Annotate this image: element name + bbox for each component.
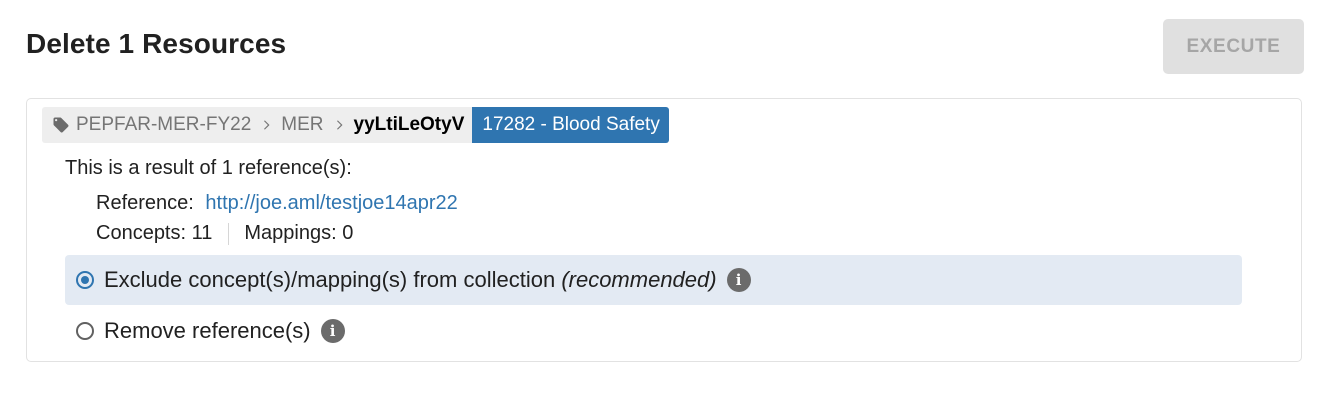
delete-resources-dialog: Delete 1 Resources EXECUTE PEPFAR-MER-FY…: [0, 0, 1337, 402]
page-title: Delete 1 Resources: [26, 28, 287, 59]
mappings-count: Mappings: 0: [244, 222, 353, 245]
breadcrumb-path: PEPFAR-MER-FY22 MER yyLtiLeOtyV: [42, 107, 473, 143]
execute-button[interactable]: EXECUTE: [1163, 19, 1304, 74]
breadcrumb-code[interactable]: yyLtiLeOtyV: [354, 114, 465, 136]
concepts-count: Concepts: 11: [96, 222, 212, 245]
breadcrumb-owner[interactable]: MER: [281, 114, 323, 136]
recommended-note: (recommended): [561, 267, 717, 292]
breadcrumb-source[interactable]: PEPFAR-MER-FY22: [76, 114, 251, 136]
mappings-value: 0: [342, 222, 354, 244]
result-summary: This is a result of 1 reference(s):: [65, 157, 352, 179]
chevron-right-icon: [251, 118, 281, 132]
resource-card: PEPFAR-MER-FY22 MER yyLtiLeOtyV 17282 - …: [26, 98, 1302, 362]
reference-link[interactable]: http://joe.aml/testjoe14apr22: [205, 192, 457, 214]
info-icon[interactable]: i: [726, 268, 751, 292]
reference-line: Reference: http://joe.aml/testjoe14apr22: [96, 192, 458, 215]
option-remove[interactable]: Remove reference(s) i: [65, 306, 1242, 356]
info-icon[interactable]: i: [320, 319, 345, 343]
tag-icon: [52, 116, 70, 134]
concepts-value: 11: [191, 222, 213, 244]
reference-label: Reference:: [96, 192, 194, 214]
option-remove-label: Remove reference(s): [104, 318, 311, 343]
remove-radio[interactable]: [76, 322, 94, 340]
concepts-label: Concepts:: [96, 222, 187, 244]
resource-name-badge[interactable]: 17282 - Blood Safety: [472, 107, 669, 143]
option-exclude[interactable]: Exclude concept(s)/mapping(s) from colle…: [65, 255, 1242, 305]
exclude-radio[interactable]: [76, 271, 94, 289]
option-exclude-label: Exclude concept(s)/mapping(s) from colle…: [104, 267, 717, 292]
mappings-label: Mappings:: [244, 222, 337, 244]
count-divider: [228, 222, 230, 245]
breadcrumb: PEPFAR-MER-FY22 MER yyLtiLeOtyV 17282 - …: [42, 107, 669, 143]
chevron-right-icon: [324, 118, 354, 132]
reference-counts: Concepts: 11 Mappings: 0: [96, 222, 353, 245]
